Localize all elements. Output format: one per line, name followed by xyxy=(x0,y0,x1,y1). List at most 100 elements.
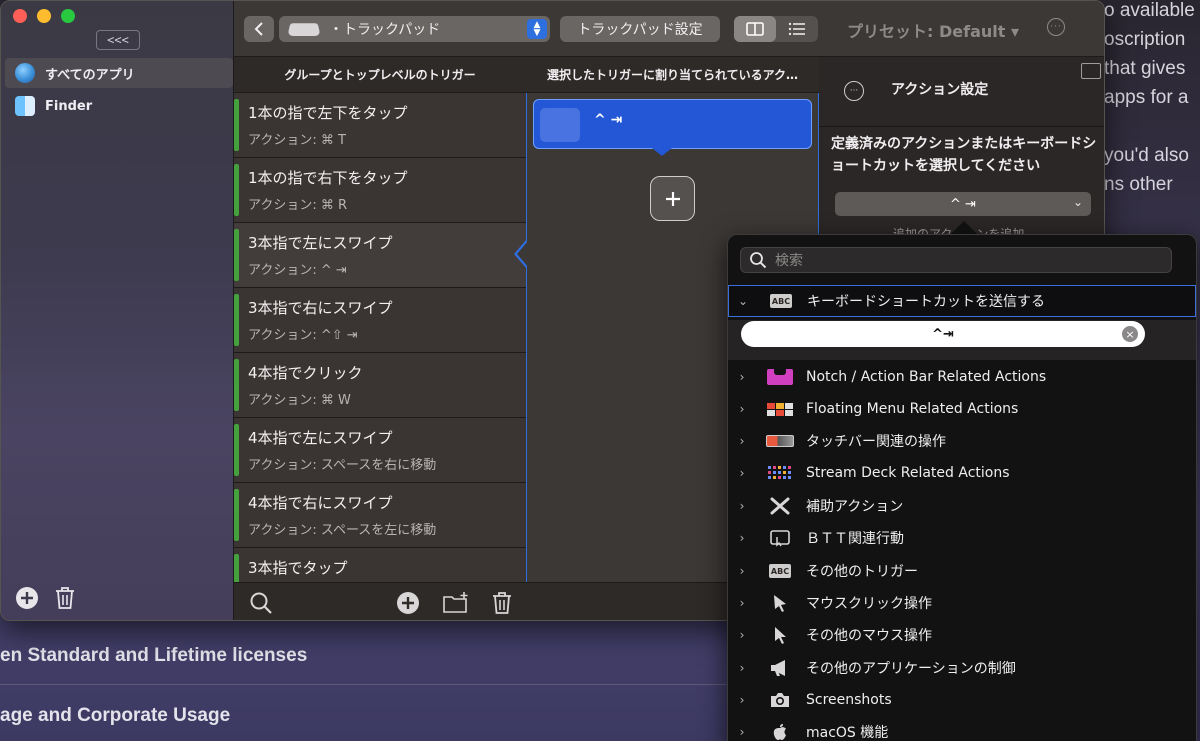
close-window-button[interactable] xyxy=(13,9,27,23)
trigger-title: 3本指でタップ xyxy=(248,559,348,577)
add-group-button[interactable] xyxy=(442,589,470,617)
action-picker-popover: 検索 ⌄ ABC キーボードショートカットを送信する ^⇥ × › Notch … xyxy=(727,234,1197,741)
more-options-button[interactable]: ··· xyxy=(1047,18,1065,36)
category-label: Notch / Action Bar Related Actions xyxy=(806,369,1047,385)
trigger-row[interactable]: 3本指でタップ xyxy=(234,548,526,582)
trigger-action: アクション: スペースを右に移動 xyxy=(248,458,437,473)
chevron-right-icon: › xyxy=(739,725,745,739)
category-row[interactable]: › その他のマウス操作 xyxy=(728,619,1196,651)
trigger-row[interactable]: 4本指でクリック アクション: ⌘ W xyxy=(234,353,526,418)
trigger-action: アクション: ⌘ R xyxy=(248,198,348,213)
trigger-row[interactable]: 4本指で左にスワイプ アクション: スペースを右に移動 xyxy=(234,418,526,483)
settings-more-button[interactable]: ··· xyxy=(844,81,864,101)
chevron-right-icon: › xyxy=(739,499,745,513)
sidebar: <<< すべてのアプリ Finder xyxy=(1,1,234,620)
category-row[interactable]: › その他のアプリケーションの制御 xyxy=(728,652,1196,684)
trash-icon xyxy=(56,587,74,609)
background-text-right: o available oscription that gives apps f… xyxy=(1104,0,1200,199)
category-row[interactable]: › Floating Menu Related Actions xyxy=(728,393,1196,425)
column-view-button[interactable] xyxy=(734,16,776,42)
selection-pointer-inner xyxy=(517,241,528,267)
shortcut-recorder-field[interactable]: ^⇥ xyxy=(741,321,1145,347)
zoom-window-button[interactable] xyxy=(61,9,75,23)
chevron-right-icon: › xyxy=(739,402,745,416)
list-icon xyxy=(788,22,805,36)
trigger-enabled-bar xyxy=(234,99,239,151)
add-trigger-button[interactable] xyxy=(394,589,422,617)
detach-window-icon[interactable] xyxy=(1081,63,1101,79)
sidebar-item-all-apps[interactable]: すべてのアプリ xyxy=(5,58,233,88)
category-label: その他のマウス操作 xyxy=(806,628,932,644)
category-row[interactable]: › Screenshots xyxy=(728,684,1196,716)
sidebar-item-finder[interactable]: Finder xyxy=(5,91,233,121)
trigger-enabled-bar xyxy=(234,229,239,281)
trigger-row[interactable]: 3本指で右にスワイプ アクション: ^⇧ ⇥ xyxy=(234,288,526,353)
triggers-column-header: グループとトップレベルのトリガー xyxy=(234,57,526,93)
delete-app-button[interactable] xyxy=(52,585,78,611)
search-icon xyxy=(750,252,767,269)
mouse-pointer-icon xyxy=(766,625,794,645)
btt-icon xyxy=(766,528,794,548)
trigger-title: 3本指で左にスワイプ xyxy=(248,234,393,252)
trigger-row[interactable]: 4本指で右にスワイプ アクション: スペースを左に移動 xyxy=(234,483,526,548)
list-view-button[interactable] xyxy=(776,16,818,42)
action-dropdown[interactable]: ^ ⇥ ⌄ xyxy=(835,192,1091,216)
bg-line: apps for a xyxy=(1104,87,1189,108)
category-row[interactable]: › 補助アクション xyxy=(728,490,1196,522)
trigger-title: 1本の指で左下をタップ xyxy=(248,104,408,122)
add-action-button[interactable] xyxy=(650,176,695,221)
category-row[interactable]: › macOS 機能 xyxy=(728,716,1196,741)
bg-heading-usage[interactable]: age and Corporate Usage xyxy=(0,705,230,727)
selected-action-card[interactable]: ^ ⇥ xyxy=(533,99,812,149)
add-app-button[interactable] xyxy=(14,585,40,611)
back-button[interactable] xyxy=(244,16,274,42)
trigger-enabled-bar xyxy=(234,489,239,541)
bg-line: that gives xyxy=(1104,58,1186,79)
category-row[interactable]: › Notch / Action Bar Related Actions xyxy=(728,361,1196,393)
minimize-window-button[interactable] xyxy=(37,9,51,23)
category-label: その他のアプリケーションの制御 xyxy=(806,661,1016,677)
trigger-row[interactable]: 1本の指で右下をタップ アクション: ⌘ R xyxy=(234,158,526,223)
category-label: Screenshots xyxy=(806,692,892,708)
view-toggle[interactable] xyxy=(734,16,818,42)
plus-icon xyxy=(665,191,680,206)
trigger-title: 4本指で右にスワイプ xyxy=(248,494,393,512)
delete-trigger-button[interactable] xyxy=(488,589,516,617)
chevron-down-icon: ⌄ xyxy=(737,294,749,308)
apple-icon xyxy=(766,722,794,741)
category-row[interactable]: › ＢＴＴ関連行動 xyxy=(728,522,1196,554)
notch-icon xyxy=(766,367,794,387)
chevron-right-icon: › xyxy=(739,531,745,545)
trigger-row[interactable]: 1本の指で左下をタップ アクション: ⌘ T xyxy=(234,93,526,158)
category-row[interactable]: › Stream Deck Related Actions xyxy=(728,457,1196,489)
trigger-row-selected[interactable]: 3本指で左にスワイプ アクション: ^ ⇥ xyxy=(234,223,526,288)
device-select[interactable]: ・トラックパッド ▲ ▼ xyxy=(279,16,550,42)
category-row[interactable]: › ABC その他のトリガー xyxy=(728,555,1196,587)
search-placeholder: 検索 xyxy=(775,253,803,269)
triggers-list[interactable]: 1本の指で左下をタップ アクション: ⌘ T 1本の指で右下をタップ アクション: … xyxy=(234,93,526,582)
collapse-sidebar-button[interactable]: <<< xyxy=(96,30,140,50)
preset-selector[interactable]: プリセット: Default ▾ xyxy=(847,18,1019,42)
toolbar: ・トラックパッド ▲ ▼ トラックパッド設定 プリセット: Default ▾ ·… xyxy=(234,1,1104,57)
category-label: macOS 機能 xyxy=(806,725,889,741)
megaphone-icon xyxy=(766,658,794,678)
trigger-enabled-bar xyxy=(234,424,239,476)
search-triggers-button[interactable] xyxy=(247,589,275,617)
trackpad-settings-button[interactable]: トラックパッド設定 xyxy=(560,16,720,42)
category-label: その他のトリガー xyxy=(806,564,918,580)
category-label: タッチバー関連の操作 xyxy=(806,434,946,450)
trigger-enabled-bar xyxy=(234,554,239,582)
category-row[interactable]: › タッチバー関連の操作 xyxy=(728,425,1196,457)
chevron-right-icon: › xyxy=(739,693,745,707)
triggers-footer xyxy=(234,582,526,620)
category-label: 補助アクション xyxy=(806,499,904,515)
bg-heading-licenses[interactable]: en Standard and Lifetime licenses xyxy=(0,645,307,667)
category-row[interactable]: › マウスクリック操作 xyxy=(728,587,1196,619)
search-icon xyxy=(250,592,272,614)
popover-search-field[interactable]: 検索 xyxy=(740,247,1172,273)
category-send-keyboard-shortcut[interactable]: ⌄ ABC キーボードショートカットを送信する xyxy=(728,285,1196,317)
clear-shortcut-button[interactable]: × xyxy=(1122,326,1138,342)
action-icon-placeholder xyxy=(540,108,580,142)
device-select-label: ・トラックパッド xyxy=(329,22,441,38)
settings-divider xyxy=(819,126,1104,127)
